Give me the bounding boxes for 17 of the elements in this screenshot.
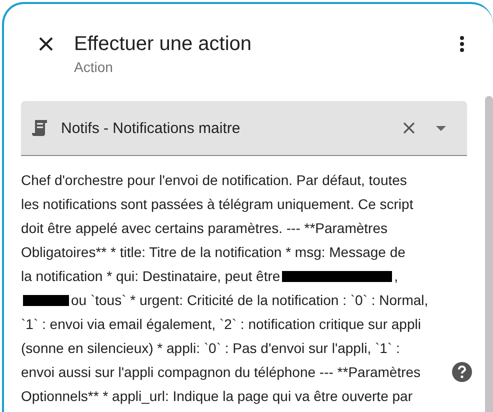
description-text: doit être appelé avec certains paramètres. --- **Paramètres	[21, 220, 388, 236]
description-text: la notification * qui: Destinataire, peut être	[21, 268, 280, 284]
description-text: Optionnels** * appli_url: Indique la page qui va être ouverte par	[21, 388, 412, 404]
description-text: Obligatoires** * title: Titre de la notification * msg: Message de	[21, 244, 406, 260]
dialog-title: Effectuer une action	[74, 32, 253, 56]
description-text: ,	[394, 268, 398, 284]
description-text: ou `tous` * urgent: Criticité de la notification : `0` : Normal,	[71, 292, 428, 308]
description-text: Chef d'orchestre pour l'envoi de notification. Par défaut, toutes	[21, 172, 407, 188]
scrollbar[interactable]	[485, 96, 493, 412]
description-text: envoi aussi sur l'appli compagnon du téléphone --- **Paramètres	[21, 364, 421, 380]
redaction-bar	[23, 294, 69, 306]
action-select[interactable]: Notifs - Notifications maitre	[21, 101, 468, 156]
description-text: `1` : envoi via email également, `2` : notification critique sur appli	[21, 316, 421, 332]
dialog-subtitle: Action	[74, 58, 114, 76]
help-icon[interactable]	[452, 362, 472, 382]
description-text: (sonne en silencieux) * appli: `0` : Pas d'envoi sur l'appli, `1` :	[21, 340, 400, 356]
description-text: les notifications sont passées à télégram uniquement. Ce script	[21, 196, 414, 212]
